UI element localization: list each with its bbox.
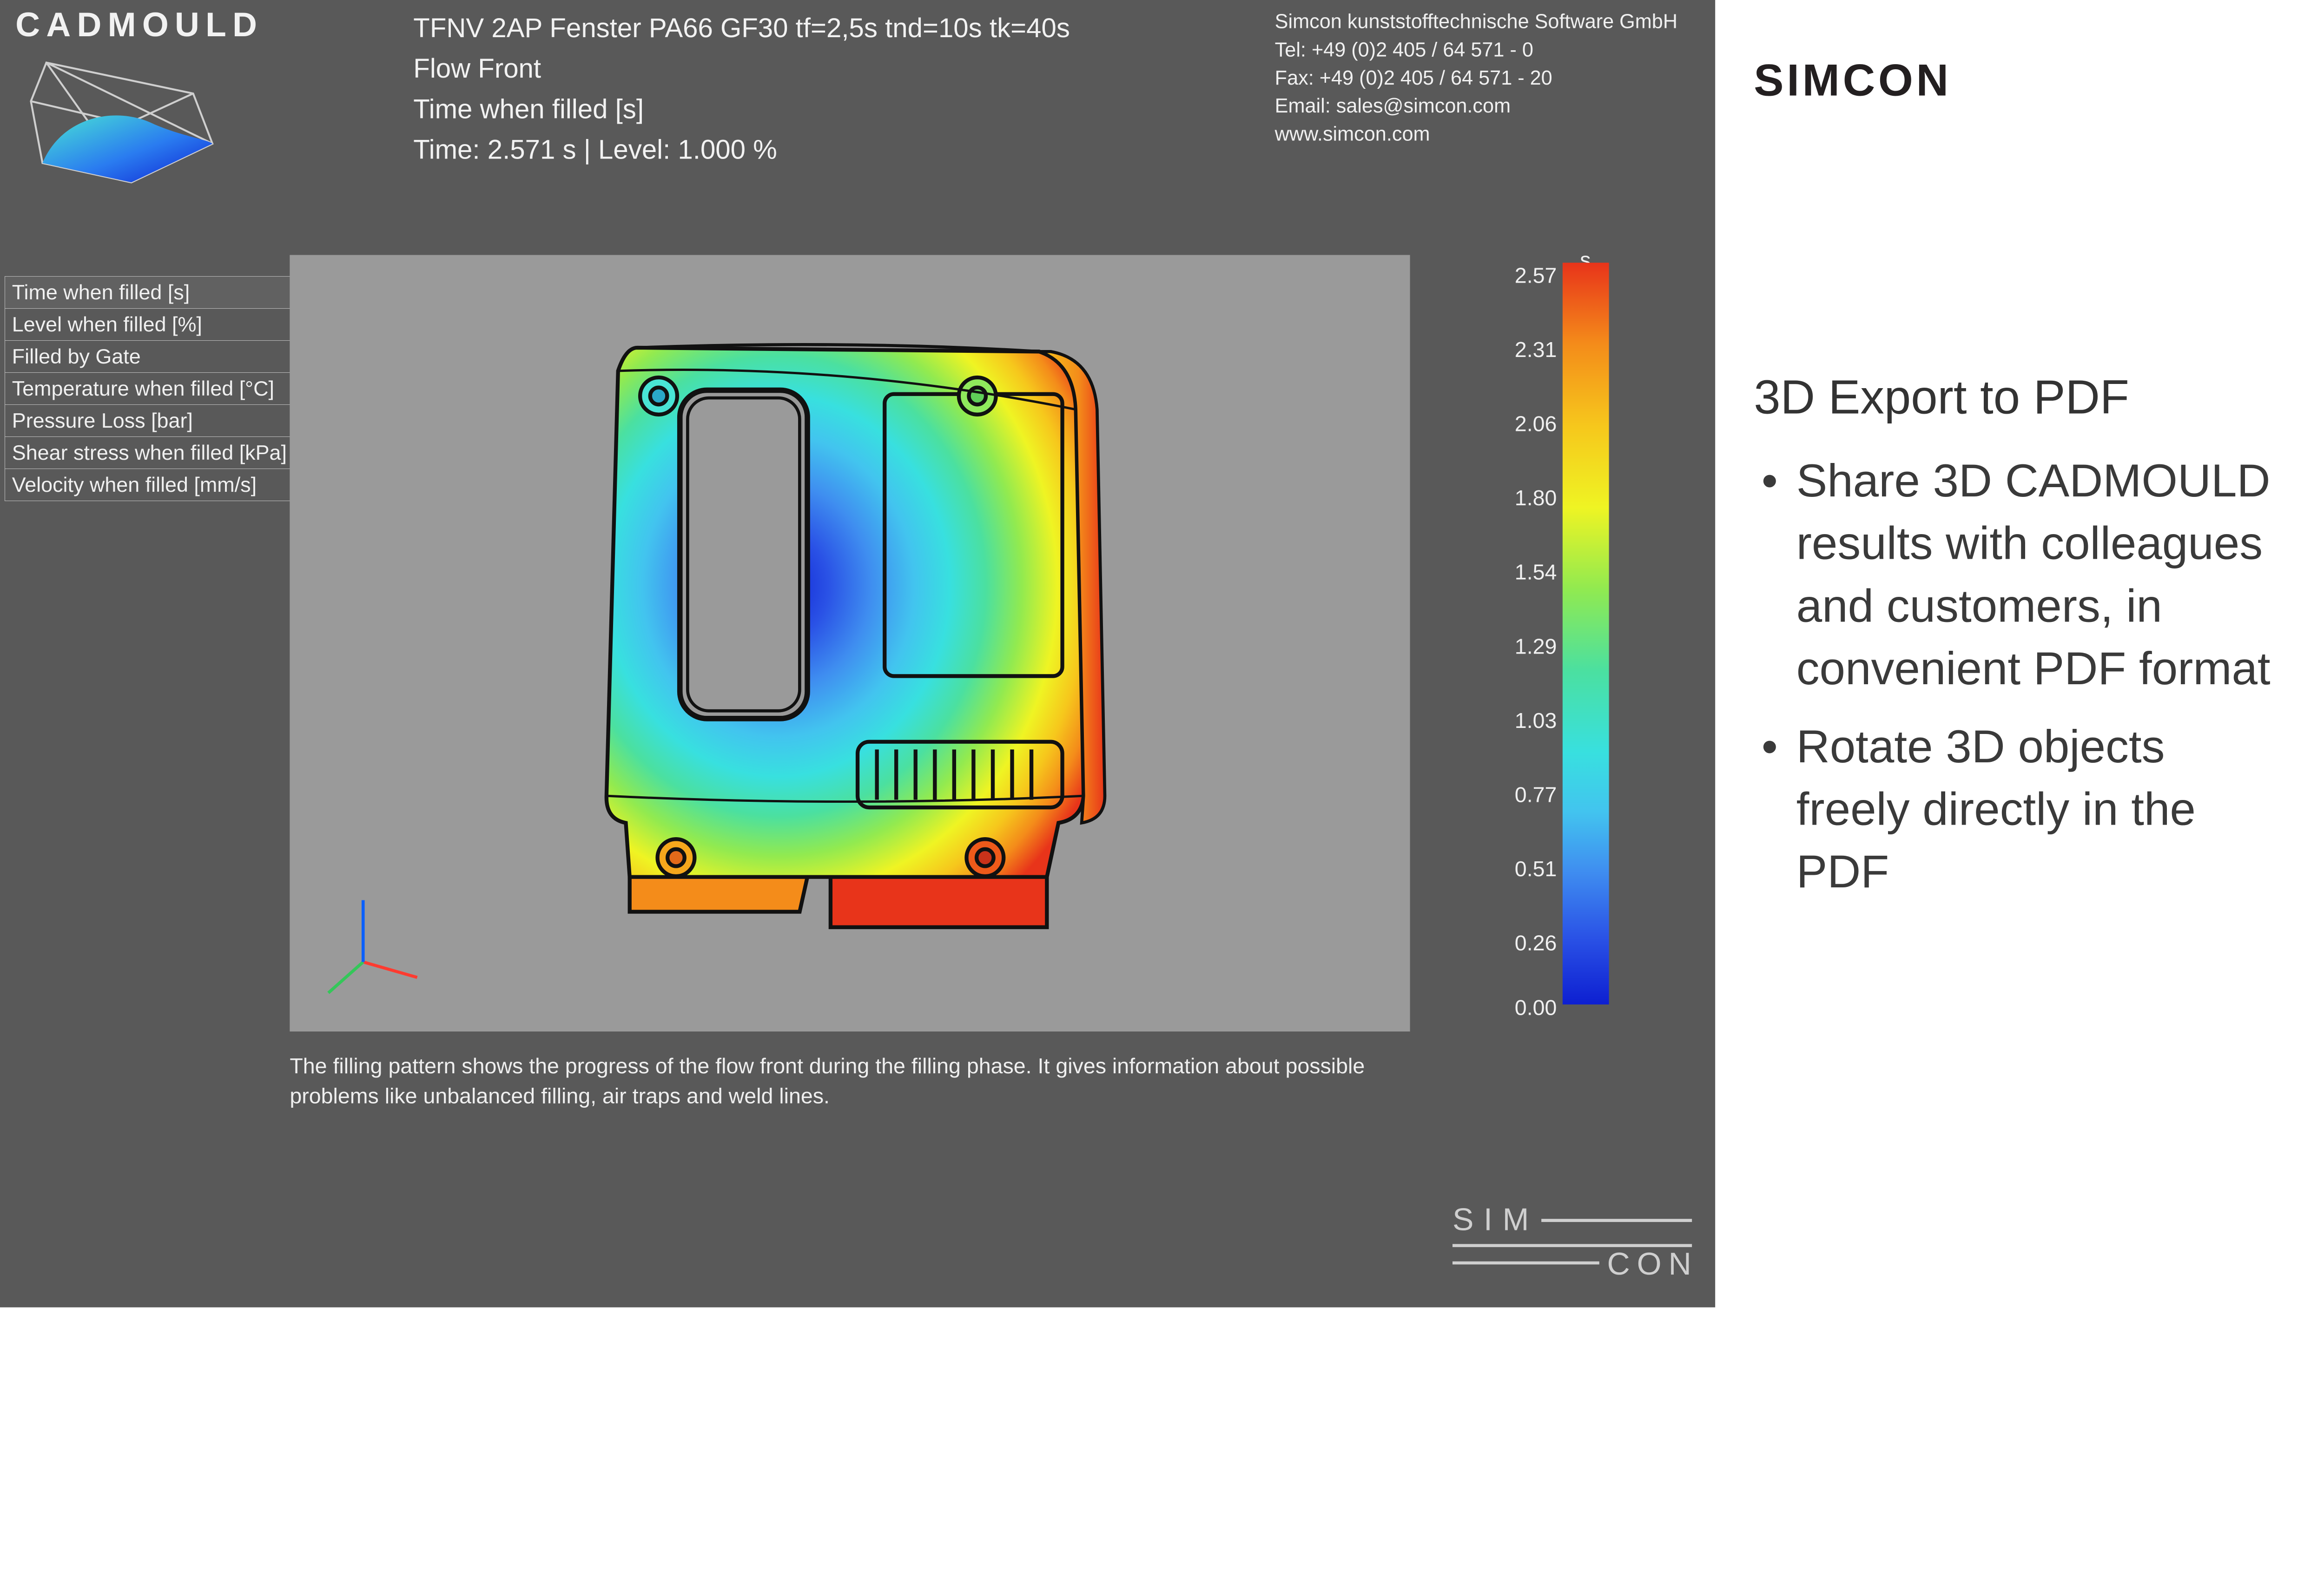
vendor-company: Simcon kunststofftechnische Software Gmb… [1275,8,1700,36]
model-line: TFNV 2AP Fenster PA66 GF30 tf=2,5s tnd=1… [413,8,1240,48]
scale-tick: 0.00 [1495,995,1557,1020]
vendor-fax: Fax: +49 (0)2 405 / 64 571 - 20 [1275,64,1700,93]
result-type-item[interactable]: Level when filled [%] [5,309,294,341]
slide-brand: SIMCON [1754,54,2285,106]
scale-tick: 0.26 [1495,930,1557,955]
3d-viewport[interactable] [290,255,1410,1032]
svg-text:CON: CON [1607,1246,1692,1282]
cadmould-logo-icon [15,47,231,194]
result-type-list: Time when filled [s] Level when filled [… [5,276,294,501]
vendor-email: Email: sales@simcon.com [1275,92,1700,120]
vendor-contact: Simcon kunststofftechnische Software Gmb… [1275,8,1700,196]
vendor-web: www.simcon.com [1275,120,1700,149]
result-type-item[interactable]: Temperature when filled [°C] [5,373,294,405]
slide-text-panel: SIMCON 3D Export to PDF Share 3D CADMOUL… [1715,0,2324,1308]
scale-tick: 2.31 [1495,337,1557,362]
scale-tick: 1.80 [1495,485,1557,510]
scale-tick: 1.54 [1495,559,1557,584]
slide-title: 3D Export to PDF [1754,369,2285,426]
scale-tick: 1.03 [1495,708,1557,733]
scale-tick: 0.51 [1495,856,1557,881]
scale-tick: 0.77 [1495,782,1557,807]
result-type-item[interactable]: Pressure Loss [bar] [5,405,294,437]
vendor-tel: Tel: +49 (0)2 405 / 64 571 - 0 [1275,36,1700,64]
cadmould-report-viewer: CADMOULD [0,0,1715,1308]
scale-tick: 2.06 [1495,411,1557,436]
result-caption: The filling pattern shows the progress o… [290,1051,1448,1111]
result-type-item[interactable]: Time when filled [s] [5,277,294,309]
svg-text:SIM: SIM [1452,1203,1539,1237]
result-name: Flow Front [413,48,1240,89]
result-metadata: TFNV 2AP Fenster PA66 GF30 tf=2,5s tnd=1… [413,8,1240,196]
result-type-item[interactable]: Shear stress when filled [kPa] [5,437,294,469]
axis-triad-icon [328,900,417,993]
time-level-readout: Time: 2.571 s | Level: 1.000 % [413,129,1240,170]
scale-tick: 1.29 [1495,634,1557,659]
result-quantity: Time when filled [s] [413,89,1240,129]
slide-bullet: Share 3D CADMOULD results with colleague… [1754,449,2285,700]
sim-part-icon [607,344,1105,927]
scale-gradient-icon [1563,263,1609,1005]
slide-bullet: Rotate 3D objects freely directly in the… [1754,715,2285,903]
result-type-item[interactable]: Filled by Gate [5,341,294,373]
slide-bullet-list: Share 3D CADMOULD results with colleague… [1754,449,2285,903]
simcon-footer-logo-icon: SIM CON [1452,1203,1692,1284]
result-type-item[interactable]: Velocity when filled [mm/s] [5,469,294,501]
app-brand: CADMOULD [15,8,378,42]
scale-tick: 2.57 [1495,263,1557,288]
